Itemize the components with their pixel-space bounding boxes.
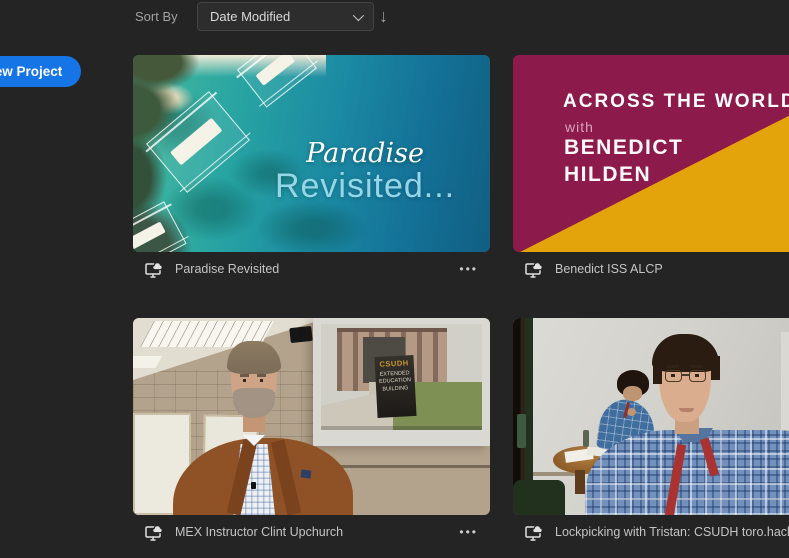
projector-screen: CSUDH EXTENDED EDUCATION BUILDING bbox=[313, 318, 490, 446]
eye bbox=[243, 379, 246, 382]
monitor-cloud-icon bbox=[525, 261, 543, 278]
thumbnail-name-line1: BENEDICT bbox=[564, 136, 684, 159]
campus-sign-subtitle: EXTENDED EDUCATION BUILDING bbox=[378, 370, 411, 393]
sort-dropdown[interactable]: Date Modified bbox=[197, 2, 374, 31]
background-person-hand bbox=[627, 408, 636, 416]
campus-sign: CSUDH EXTENDED EDUCATION BUILDING bbox=[374, 354, 416, 419]
lapel-microphone bbox=[251, 482, 256, 489]
project-thumbnail-across-the-world[interactable]: ACROSS THE WORLD with BENEDICT HILDEN bbox=[513, 55, 789, 252]
person-hair-side bbox=[653, 358, 662, 384]
eyebrow bbox=[240, 374, 249, 377]
thumbnail-title-text: ACROSS THE WORLD bbox=[563, 91, 789, 112]
eye bbox=[695, 374, 699, 377]
more-options-button[interactable]: ••• bbox=[459, 525, 478, 539]
background-person-face bbox=[623, 386, 642, 401]
thumbnail-name-line2: HILDEN bbox=[564, 163, 652, 186]
project-meta-row: Lockpicking with Tristan: CSUDH toro.hac… bbox=[513, 515, 789, 549]
campus-sign-title: CSUDH bbox=[379, 358, 409, 369]
eye bbox=[260, 379, 263, 382]
project-meta-row: Benedict ISS ALCP ••• bbox=[513, 252, 789, 286]
project-card-paradise-revisited[interactable]: Paradise Revisited... Paradise Revisited… bbox=[133, 55, 490, 286]
monitor-cloud-icon bbox=[525, 524, 543, 541]
sort-direction-button[interactable]: ↓ bbox=[379, 4, 388, 28]
project-title: Paradise Revisited bbox=[175, 262, 280, 276]
project-thumbnail-paradise[interactable]: Paradise Revisited... bbox=[133, 55, 490, 252]
project-title: Benedict ISS ALCP bbox=[555, 262, 663, 276]
eyebrow bbox=[257, 374, 266, 377]
project-thumbnail-lockpicking[interactable] bbox=[513, 318, 789, 515]
person-hair-side bbox=[711, 356, 720, 380]
project-thumbnail-classroom[interactable]: CSUDH EXTENDED EDUCATION BUILDING bbox=[133, 318, 490, 515]
new-project-button[interactable]: New Project bbox=[0, 56, 82, 87]
mouth bbox=[679, 408, 694, 412]
wall-corner bbox=[781, 332, 789, 444]
sort-dropdown-value: Date Modified bbox=[210, 9, 291, 24]
projected-photo: CSUDH EXTENDED EDUCATION BUILDING bbox=[321, 324, 482, 430]
monitor-cloud-icon bbox=[145, 524, 163, 541]
project-title: MEX Instructor Clint Upchurch bbox=[175, 525, 344, 539]
project-meta-row: Paradise Revisited ••• bbox=[133, 252, 490, 286]
wall-speaker bbox=[289, 325, 313, 344]
monitor-cloud-icon bbox=[145, 261, 163, 278]
projected-taskbar bbox=[321, 426, 482, 430]
project-card-benedict-iss-alcp[interactable]: ACROSS THE WORLD with BENEDICT HILDEN Be… bbox=[513, 55, 789, 286]
sort-by-label: Sort By bbox=[135, 9, 178, 24]
project-card-mex-instructor[interactable]: CSUDH EXTENDED EDUCATION BUILDING MEX In… bbox=[133, 318, 490, 549]
project-card-lockpicking[interactable]: Lockpicking with Tristan: CSUDH toro.hac… bbox=[513, 318, 789, 549]
project-title: Lockpicking with Tristan: CSUDH toro.hac… bbox=[555, 525, 789, 539]
eye bbox=[671, 374, 675, 377]
table-leg bbox=[575, 470, 585, 494]
glasses-bridge bbox=[681, 374, 690, 376]
green-cloth bbox=[517, 414, 526, 448]
bottle bbox=[583, 430, 589, 447]
more-options-button[interactable]: ••• bbox=[459, 262, 478, 276]
project-meta-row: MEX Instructor Clint Upchurch ••• bbox=[133, 515, 490, 549]
thumbnail-title-text: Paradise bbox=[306, 137, 424, 169]
chair bbox=[513, 480, 565, 515]
chevron-down-icon bbox=[352, 9, 365, 21]
thumbnail-subtitle-text: Revisited... bbox=[274, 167, 456, 206]
pocket-square bbox=[300, 469, 312, 479]
premiere-home-project-browser: { "colors": { "bg": "#242424", "accent":… bbox=[0, 0, 789, 558]
thumbnail-with-text: with bbox=[565, 119, 594, 135]
